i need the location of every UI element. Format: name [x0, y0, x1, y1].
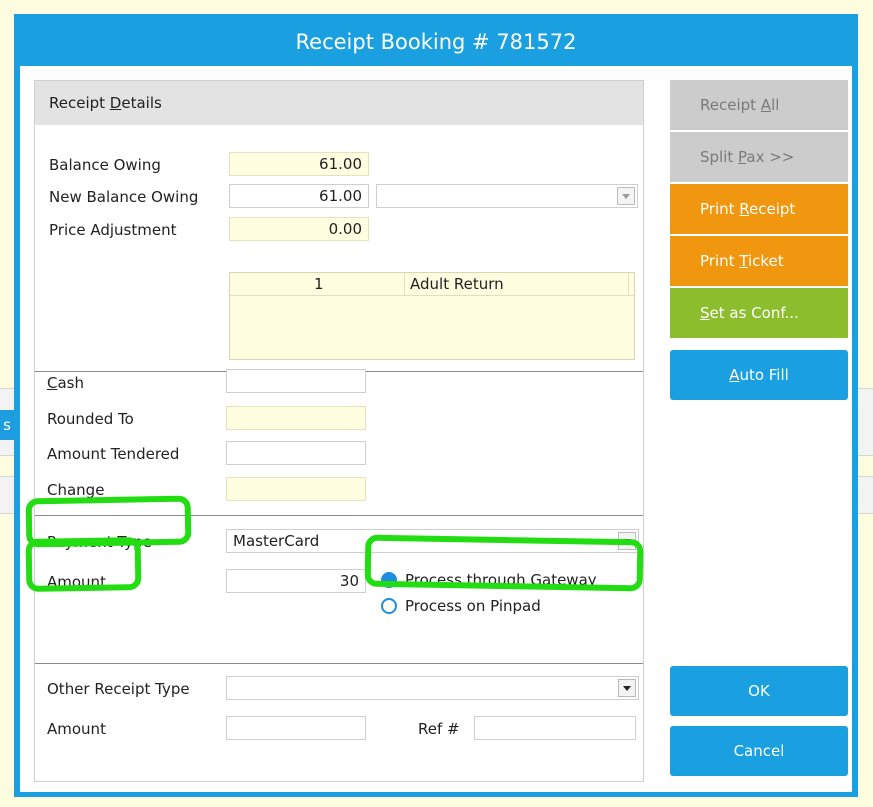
other-receipt-type-select[interactable] — [226, 676, 639, 700]
pax-divider — [628, 273, 629, 295]
background-tab: s — [0, 410, 14, 440]
payment-amount-field[interactable]: 30 — [226, 569, 366, 593]
price-adjustment-field[interactable]: 0.00 — [229, 217, 369, 241]
set-as-conf-button[interactable]: Set as Conf... — [670, 288, 848, 338]
print-ticket-button[interactable]: Print Ticket — [670, 236, 848, 286]
rounded-to-field — [226, 406, 366, 430]
cash-field[interactable] — [226, 369, 366, 393]
ref-field[interactable] — [474, 716, 636, 740]
dialog-title: Receipt Booking # 781572 — [295, 30, 577, 54]
other-receipt-type-label: Other Receipt Type — [47, 680, 190, 698]
process-on-pinpad-radio[interactable] — [381, 598, 397, 614]
list-item[interactable]: 1 Adult Return — [230, 273, 634, 296]
amount-highlight — [25, 537, 142, 592]
cash-label: Cash — [47, 374, 84, 392]
pax-type: Adult Return — [410, 275, 504, 293]
pax-list: 1 Adult Return — [229, 272, 635, 360]
new-balance-owing-field[interactable]: 61.00 — [229, 184, 369, 208]
divider — [35, 663, 643, 664]
balance-owing-label: Balance Owing — [49, 156, 161, 174]
receipt-details-panel: Receipt Details Balance Owing 61.00 New … — [34, 80, 644, 782]
receipt-booking-dialog: Receipt Booking # 781572 Receipt Details… — [14, 14, 858, 797]
dialog-content: Receipt Details Balance Owing 61.00 New … — [20, 66, 852, 792]
amount-tendered-field[interactable] — [226, 441, 366, 465]
receipt-all-button[interactable]: Receipt All — [670, 80, 848, 130]
pax-quantity: 1 — [314, 275, 324, 293]
auto-fill-button[interactable]: Auto Fill — [670, 350, 848, 400]
new-balance-owing-select[interactable] — [376, 184, 638, 208]
ok-button[interactable]: OK — [670, 666, 848, 716]
chevron-down-icon[interactable] — [617, 187, 635, 205]
split-pax-button[interactable]: Split Pax >> — [670, 132, 848, 182]
process-on-pinpad-label[interactable]: Process on Pinpad — [405, 595, 541, 617]
pax-divider — [404, 273, 405, 295]
price-adjustment-label: Price Adjustment — [49, 221, 177, 239]
gateway-highlight — [364, 534, 644, 592]
other-amount-field[interactable] — [226, 716, 366, 740]
amount-tendered-label: Amount Tendered — [47, 445, 180, 463]
chevron-down-icon[interactable] — [618, 679, 636, 697]
change-field — [226, 477, 366, 501]
new-balance-owing-label: New Balance Owing — [49, 188, 199, 206]
print-receipt-button[interactable]: Print Receipt — [670, 184, 848, 234]
cancel-button[interactable]: Cancel — [670, 726, 848, 776]
ref-label: Ref # — [418, 720, 460, 738]
balance-owing-field: 61.00 — [229, 152, 369, 176]
other-amount-label: Amount — [47, 720, 106, 738]
rounded-to-label: Rounded To — [47, 410, 134, 428]
receipt-details-heading: Receipt Details — [35, 81, 643, 125]
